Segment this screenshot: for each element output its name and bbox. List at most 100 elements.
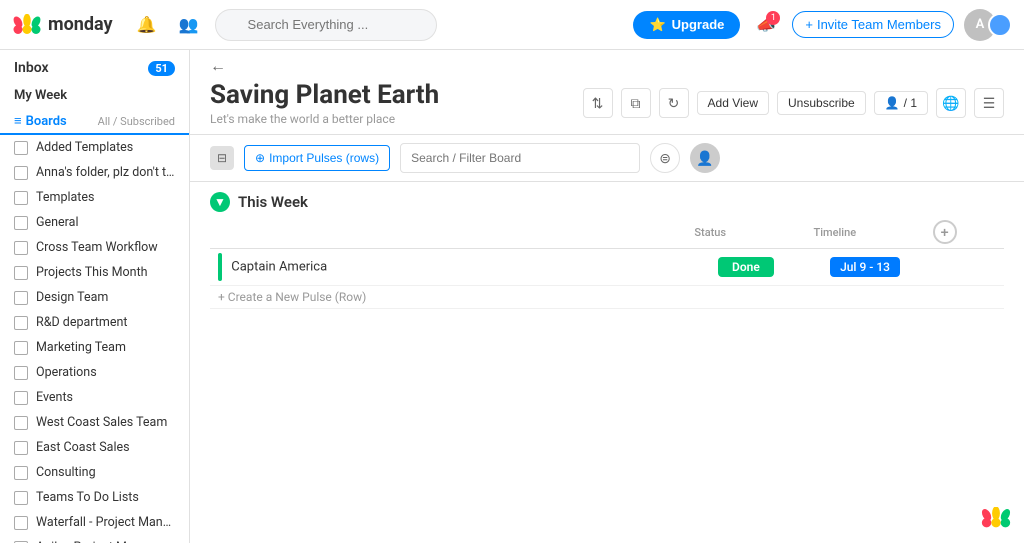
sidebar-item-label: Projects This Month (36, 265, 148, 280)
sidebar-item-waterfall[interactable]: Waterfall - Project Manage... (0, 510, 189, 535)
sidebar-item-added-templates[interactable]: Added Templates (0, 135, 189, 160)
sidebar-item-events[interactable]: Events (0, 385, 189, 410)
sidebar-item-rnd[interactable]: R&D department (0, 310, 189, 335)
board-icon-east-coast (14, 441, 28, 455)
sidebar-item-projects-month[interactable]: Projects This Month (0, 260, 189, 285)
row-actions-cell (925, 249, 1004, 286)
people-button[interactable]: 👥 (173, 9, 205, 41)
col-header-add: + (925, 216, 1004, 249)
sidebar-item-cross-team[interactable]: Cross Team Workflow (0, 235, 189, 260)
global-search-input[interactable] (215, 9, 437, 41)
sidebar-item-west-coast[interactable]: West Coast Sales Team (0, 410, 189, 435)
plus-icon: + (805, 17, 813, 32)
notifications-button[interactable]: 🔔 (131, 9, 163, 41)
sidebar-boards-header: ≡ Boards All / Subscribed (0, 107, 189, 135)
board-icon-operations (14, 366, 28, 380)
refresh-icon-button[interactable]: ↻ (659, 88, 689, 118)
sidebar-item-label: Cross Team Workflow (36, 240, 158, 255)
upgrade-button[interactable]: ⭐ Upgrade (633, 11, 740, 39)
sidebar-myweek-label: My Week (14, 88, 67, 103)
row-name[interactable]: Captain America (231, 259, 327, 274)
group-toggle-button[interactable]: ▼ (210, 192, 230, 212)
sidebar-item-general[interactable]: General (0, 210, 189, 235)
sidebar-item-label: Added Templates (36, 140, 133, 155)
page-header-top: Saving Planet Earth Let's make the world… (210, 80, 1004, 126)
monday-logo-icon (12, 14, 42, 36)
filter-button[interactable]: ⊜ (650, 143, 680, 173)
logo: monday (12, 14, 113, 36)
page-title: Saving Planet Earth (210, 80, 439, 110)
sidebar-item-templates[interactable]: Templates (0, 185, 189, 210)
unsubscribe-button[interactable]: Unsubscribe (777, 91, 866, 115)
sidebar-item-label: Marketing Team (36, 340, 126, 355)
table-row: Captain America Done Jul 9 - 13 (210, 249, 1004, 286)
sidebar-item-east-coast[interactable]: East Coast Sales (0, 435, 189, 460)
group-header-this-week: ▼ This Week (210, 192, 1004, 212)
people-icon-sm: 👤 (885, 96, 900, 110)
add-view-button[interactable]: Add View (697, 91, 769, 115)
row-timeline-cell[interactable]: Jul 9 - 13 (805, 249, 924, 286)
timeline-badge: Jul 9 - 13 (830, 257, 900, 277)
copy-icon: ⧉ (631, 95, 641, 112)
sidebar-item-label: Anna's folder, plz don't touch (36, 165, 175, 180)
refresh-icon: ↻ (668, 95, 680, 112)
members-button[interactable]: 👤 / 1 (874, 91, 928, 115)
boards-label[interactable]: ≡ Boards (14, 113, 67, 129)
sidebar-item-design-team[interactable]: Design Team (0, 285, 189, 310)
back-button[interactable]: ← (210, 58, 226, 76)
board-icon-consulting (14, 466, 28, 480)
globe-icon: 🌐 (942, 95, 959, 112)
sidebar-item-annas-folder[interactable]: Anna's folder, plz don't touch (0, 160, 189, 185)
avatar-area: A (964, 9, 1012, 41)
board-icon-marketing (14, 341, 28, 355)
add-column-button[interactable]: + (933, 220, 957, 244)
invite-team-button[interactable]: + Invite Team Members (792, 11, 954, 38)
board-icon-teams-todo (14, 491, 28, 505)
copy-icon-button[interactable]: ⧉ (621, 88, 651, 118)
monday-watermark-icon (980, 507, 1012, 529)
sidebar-item-label: West Coast Sales Team (36, 415, 167, 430)
sidebar-inbox-item[interactable]: Inbox 51 (14, 60, 175, 76)
board-icon-cross-team (14, 241, 28, 255)
collapse-toggle-button[interactable]: ⊟ (210, 146, 234, 170)
collapse-icon: ⊟ (217, 151, 227, 165)
page-subtitle: Let's make the world a better place (210, 112, 439, 126)
add-pulse-label[interactable]: + Create a New Pulse (Row) (210, 286, 1004, 309)
notification-area: 📣 1 (750, 9, 782, 41)
globe-icon-button[interactable]: 🌐 (936, 88, 966, 118)
boards-filter-label[interactable]: All / Subscribed (98, 115, 175, 128)
search-wrapper: 🔍 (215, 9, 437, 41)
inbox-badge: 51 (148, 61, 175, 76)
add-row[interactable]: + Create a New Pulse (Row) (210, 286, 1004, 309)
board-icon-rnd (14, 316, 28, 330)
sidebar-item-agile[interactable]: Agile - Project Management (0, 535, 189, 543)
sidebar-item-label: Operations (36, 365, 97, 380)
sidebar-item-label: Events (36, 390, 73, 405)
row-status-cell[interactable]: Done (686, 249, 805, 286)
sort-icon-button[interactable]: ⇅ (583, 88, 613, 118)
menu-icon: ☰ (983, 95, 996, 112)
sidebar-item-operations[interactable]: Operations (0, 360, 189, 385)
col-header-status: Status (686, 216, 805, 249)
board-table: Status Timeline + Captain America (210, 216, 1004, 309)
board-icon-templates (14, 191, 28, 205)
person-filter-button[interactable]: 👤 (690, 143, 720, 173)
logo-text: monday (48, 14, 113, 35)
sidebar-item-teams-todo[interactable]: Teams To Do Lists (0, 485, 189, 510)
import-pulses-button[interactable]: ⊕ Import Pulses (rows) (244, 145, 390, 171)
sidebar-item-marketing[interactable]: Marketing Team (0, 335, 189, 360)
search-filter-input[interactable] (400, 143, 640, 173)
content-area: ← Saving Planet Earth Let's make the wor… (190, 50, 1024, 543)
sidebar-item-consulting[interactable]: Consulting (0, 460, 189, 485)
star-icon: ⭐ (649, 17, 665, 33)
person-icon: 👤 (696, 150, 713, 167)
people-icon: 👥 (179, 15, 199, 35)
import-icon: ⊕ (255, 151, 265, 165)
menu-button[interactable]: ☰ (974, 88, 1004, 118)
sidebar-item-label: Teams To Do Lists (36, 490, 139, 505)
group-title: This Week (238, 193, 308, 211)
board-icon-west-coast (14, 416, 28, 430)
board-icon-general (14, 216, 28, 230)
sidebar-myweek-item[interactable]: My Week (0, 80, 189, 107)
board-icon-design-team (14, 291, 28, 305)
